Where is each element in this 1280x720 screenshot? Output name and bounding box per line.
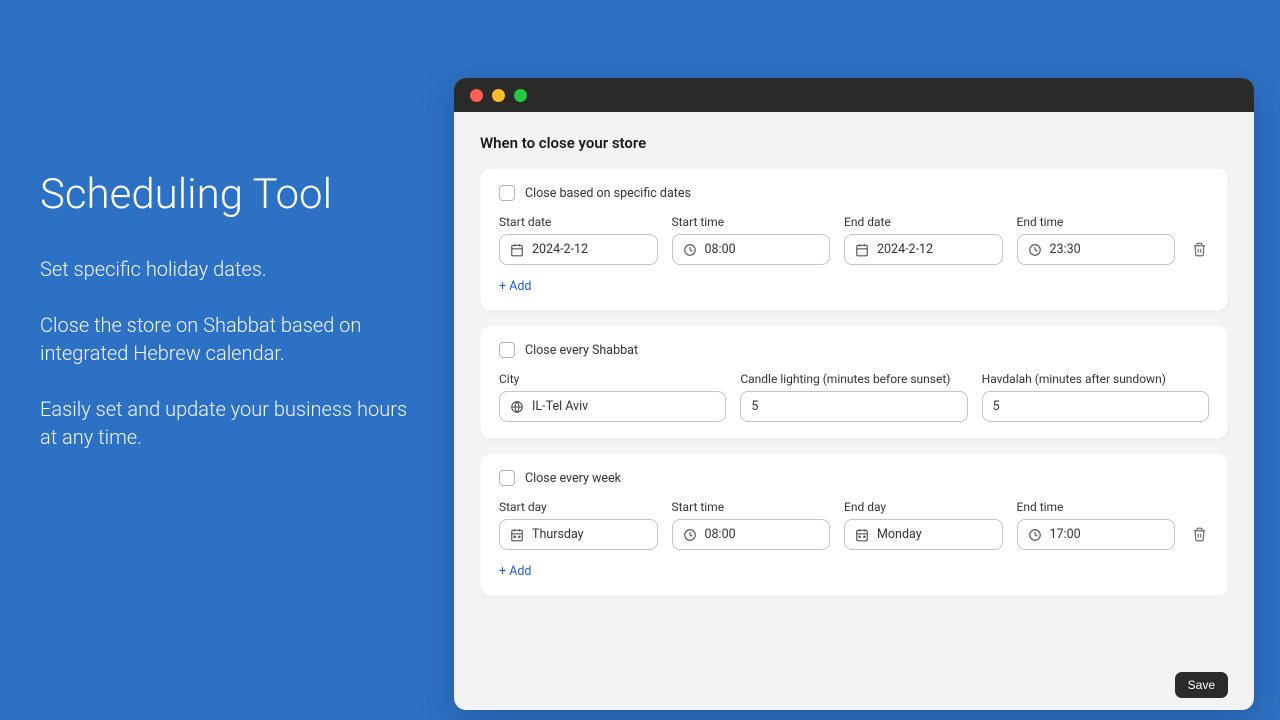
end-day-label: End day — [844, 500, 1003, 514]
calendar-icon — [855, 243, 869, 257]
shabbat-row: City IL-Tel Aviv Candle lighting (minute… — [499, 372, 1209, 422]
delete-weekly-row-button[interactable] — [1189, 519, 1209, 550]
trash-icon — [1192, 527, 1207, 542]
weekly-start-time-field: Start time 08:00 — [672, 500, 831, 550]
start-time-field: Start time 08:00 — [672, 215, 831, 265]
promo-line-3: Easily set and update your business hour… — [40, 395, 420, 451]
globe-icon — [510, 400, 524, 414]
specific-dates-heading: Close based on specific dates — [525, 186, 691, 201]
add-weekly-button[interactable]: + Add — [499, 564, 531, 579]
end-day-value: Monday — [877, 527, 922, 542]
shabbat-checkbox[interactable] — [499, 342, 515, 358]
weekly-heading: Close every week — [525, 471, 621, 486]
start-day-field: Start day Thursday — [499, 500, 658, 550]
promo-line-1: Set specific holiday dates. — [40, 255, 420, 283]
specific-dates-checkbox[interactable] — [499, 185, 515, 201]
shabbat-heading: Close every Shabbat — [525, 343, 638, 358]
calendar-icon — [510, 243, 524, 257]
specific-dates-row: Start date 2024-2-12 Start time 08:00 En… — [499, 215, 1209, 265]
city-field: City IL-Tel Aviv — [499, 372, 726, 422]
end-date-label: End date — [844, 215, 1003, 229]
promo-title: Scheduling Tool — [40, 170, 420, 219]
weekly-row: Start day Thursday Start time 08:00 End … — [499, 500, 1209, 550]
havdalah-field: Havdalah (minutes after sundown) 5 — [982, 372, 1209, 422]
havdalah-label: Havdalah (minutes after sundown) — [982, 372, 1209, 386]
weekly-checkbox[interactable] — [499, 470, 515, 486]
start-day-value: Thursday — [532, 527, 584, 542]
add-date-range-button[interactable]: + Add — [499, 279, 531, 294]
weekly-start-time-value: 08:00 — [705, 527, 736, 542]
end-day-input[interactable]: Monday — [844, 519, 1003, 550]
city-label: City — [499, 372, 726, 386]
end-day-field: End day Monday — [844, 500, 1003, 550]
end-time-field: End time 23:30 — [1017, 215, 1176, 265]
havdalah-input[interactable]: 5 — [982, 391, 1209, 422]
start-day-label: Start day — [499, 500, 658, 514]
promo-panel: Scheduling Tool Set specific holiday dat… — [40, 170, 420, 479]
specific-dates-card: Close based on specific dates Start date… — [480, 168, 1228, 311]
end-time-input[interactable]: 23:30 — [1017, 234, 1176, 265]
end-date-value: 2024-2-12 — [877, 242, 933, 257]
start-date-value: 2024-2-12 — [532, 242, 588, 257]
clock-icon — [1028, 528, 1042, 542]
clock-icon — [683, 528, 697, 542]
candle-lighting-input[interactable]: 5 — [740, 391, 967, 422]
shabbat-card: Close every Shabbat City IL-Tel Aviv Can… — [480, 325, 1228, 439]
calendar-range-icon — [510, 528, 524, 542]
minimize-window-button[interactable] — [492, 89, 505, 102]
close-window-button[interactable] — [470, 89, 483, 102]
delete-row-button[interactable] — [1189, 234, 1209, 265]
candle-lighting-field: Candle lighting (minutes before sunset) … — [740, 372, 967, 422]
weekly-end-time-value: 17:00 — [1050, 527, 1081, 542]
save-button[interactable]: Save — [1175, 672, 1228, 698]
maximize-window-button[interactable] — [514, 89, 527, 102]
start-time-input[interactable]: 08:00 — [672, 234, 831, 265]
app-body: When to close your store Close based on … — [454, 112, 1254, 710]
clock-icon — [1028, 243, 1042, 257]
calendar-range-icon — [855, 528, 869, 542]
city-value: IL-Tel Aviv — [532, 399, 588, 414]
end-time-label: End time — [1017, 215, 1176, 229]
weekly-end-time-label: End time — [1017, 500, 1176, 514]
start-time-label: Start time — [672, 215, 831, 229]
weekly-end-time-field: End time 17:00 — [1017, 500, 1176, 550]
start-date-label: Start date — [499, 215, 658, 229]
end-date-input[interactable]: 2024-2-12 — [844, 234, 1003, 265]
promo-line-2: Close the store on Shabbat based on inte… — [40, 311, 420, 367]
clock-icon — [683, 243, 697, 257]
weekly-card: Close every week Start day Thursday Star… — [480, 453, 1228, 596]
weekly-start-time-label: Start time — [672, 500, 831, 514]
end-date-field: End date 2024-2-12 — [844, 215, 1003, 265]
start-time-value: 08:00 — [705, 242, 736, 257]
candle-lighting-value: 5 — [751, 399, 758, 414]
window-titlebar — [454, 78, 1254, 112]
start-day-input[interactable]: Thursday — [499, 519, 658, 550]
havdalah-value: 5 — [993, 399, 1000, 414]
candle-lighting-label: Candle lighting (minutes before sunset) — [740, 372, 967, 386]
weekly-end-time-input[interactable]: 17:00 — [1017, 519, 1176, 550]
weekly-start-time-input[interactable]: 08:00 — [672, 519, 831, 550]
start-date-field: Start date 2024-2-12 — [499, 215, 658, 265]
start-date-input[interactable]: 2024-2-12 — [499, 234, 658, 265]
end-time-value: 23:30 — [1050, 242, 1081, 257]
app-window: When to close your store Close based on … — [454, 78, 1254, 710]
city-input[interactable]: IL-Tel Aviv — [499, 391, 726, 422]
page-title: When to close your store — [480, 134, 1228, 152]
trash-icon — [1192, 242, 1207, 257]
